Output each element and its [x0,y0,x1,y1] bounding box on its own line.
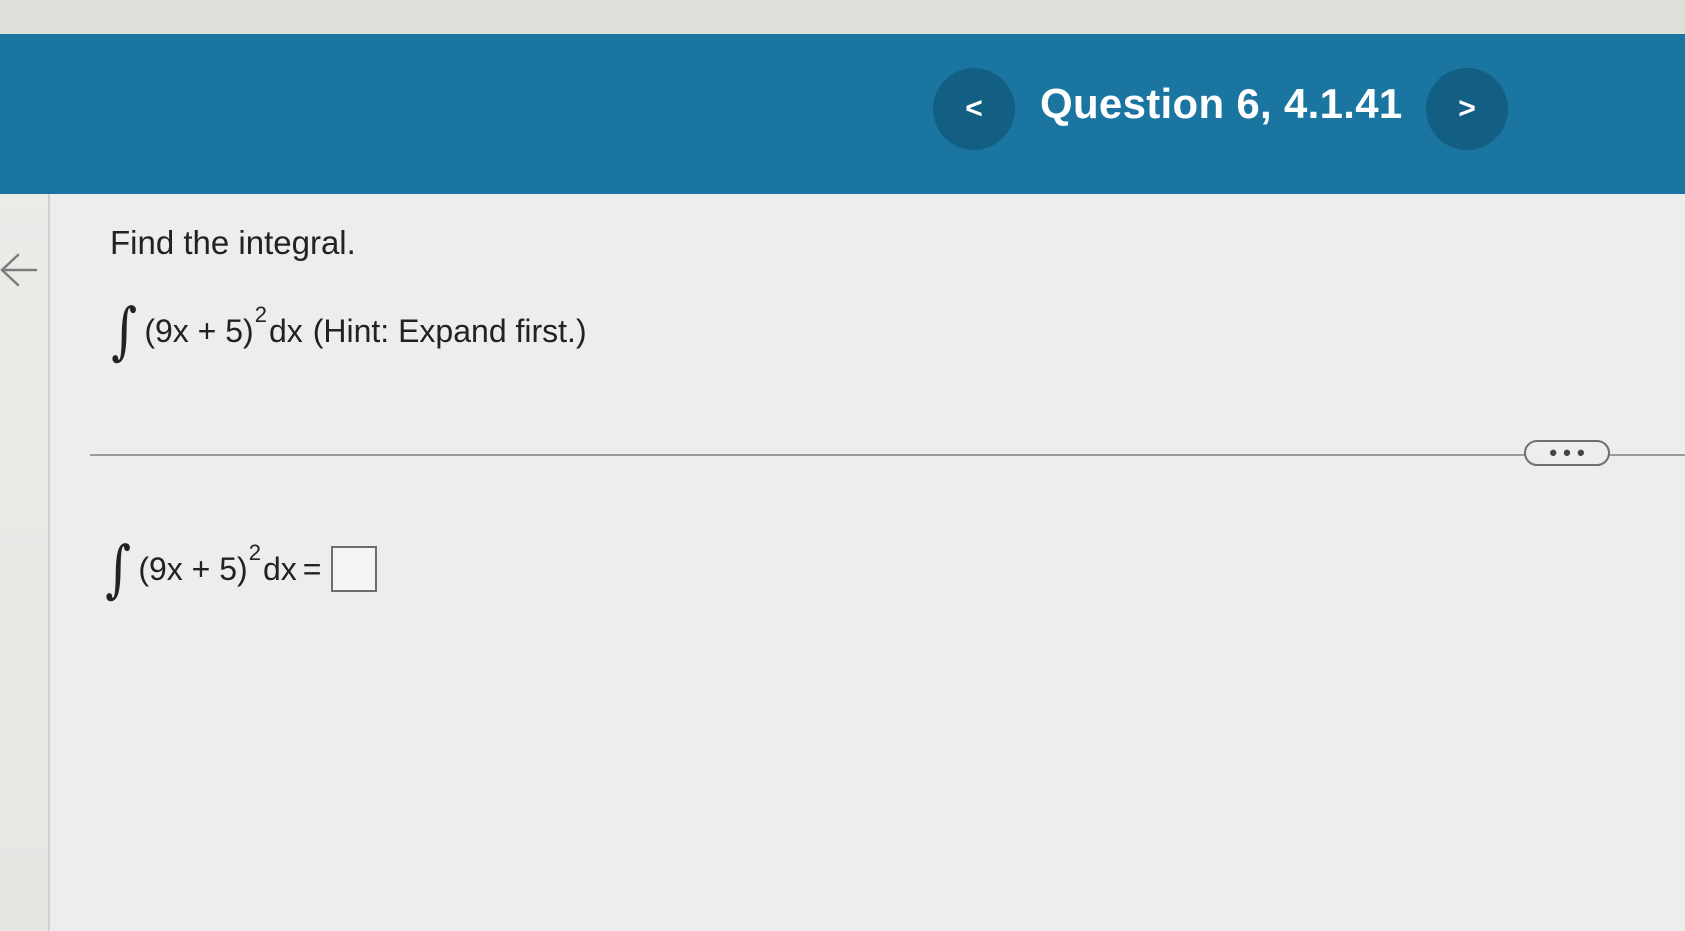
differential: dx [268,312,303,349]
chevron-left-icon: < [965,92,983,125]
chevron-right-icon: > [1458,92,1476,125]
integrand: (9x + 5) [144,312,254,349]
section-divider [90,454,1685,456]
question-instruction: Find the integral. [110,224,356,261]
equals-sign: = [302,550,322,587]
problem-expression: ∫ (9x + 5) 2 dx (Hint: Expand first.) [108,294,587,367]
integral-sign: ∫ [111,294,138,367]
more-options-button[interactable]: • • • [1524,440,1610,466]
answer-expression: ∫ (9x + 5) 2 dx = [102,532,378,605]
next-question-button[interactable]: > [1426,68,1508,150]
answer-input[interactable] [331,546,378,592]
previous-question-button[interactable]: < [933,68,1015,150]
arrow-left-icon[interactable] [0,250,40,290]
answer-integrand: (9x + 5) [138,550,248,587]
answer-exponent: 2 [248,540,261,565]
answer-differential: dx [262,550,297,587]
question-title: Question 6, 4.1.41 [1040,80,1403,127]
top-strip [0,0,1685,34]
exponent: 2 [254,302,267,327]
hint-text: (Hint: Expand first.) [312,312,587,349]
page: < Question 6, 4.1.41 > Find the integral… [0,0,1685,931]
answer-integral-sign: ∫ [105,532,132,605]
